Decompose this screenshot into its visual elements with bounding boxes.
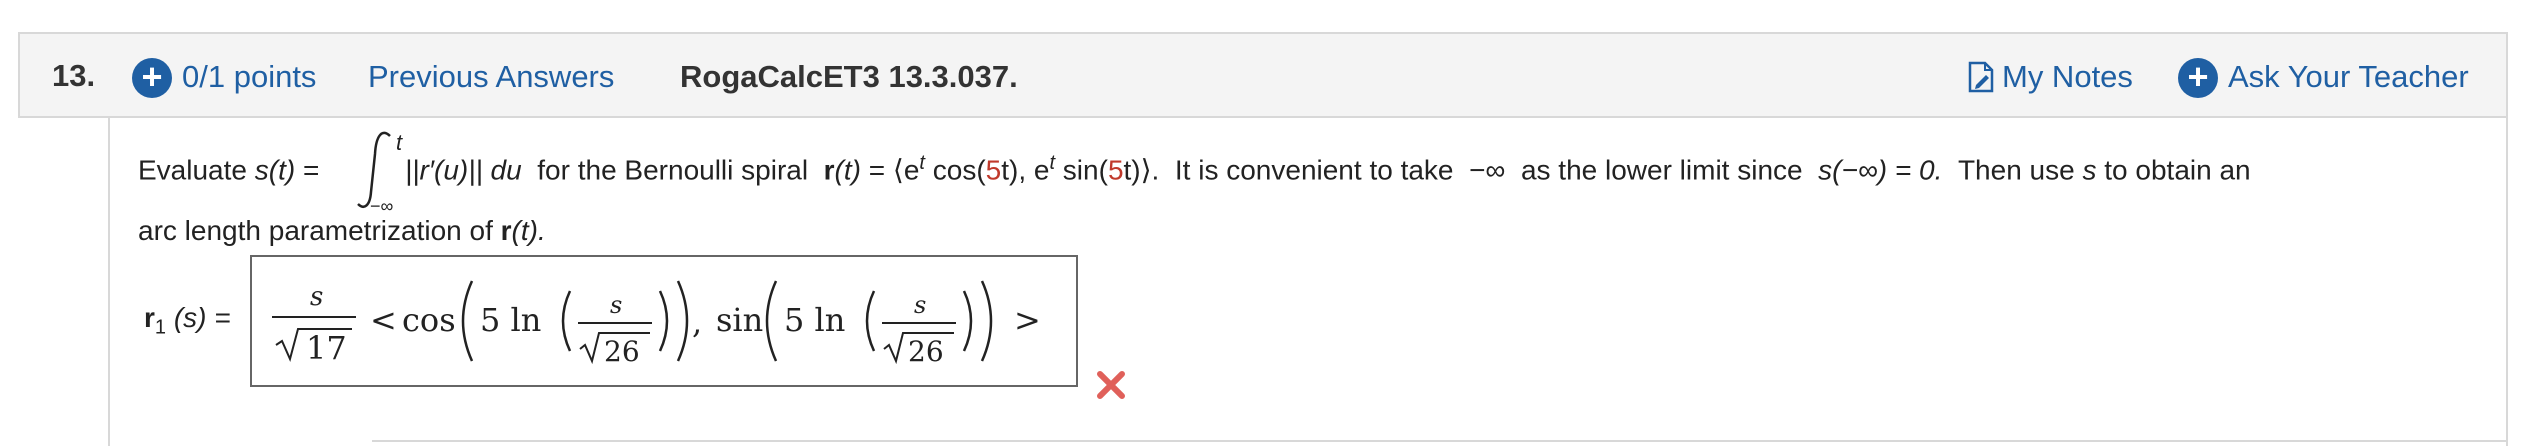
question-text-line1: Evaluate s(t) = ||r′(u)|| du for the Ber…: [138, 152, 2251, 186]
plus-circle-icon[interactable]: +: [132, 58, 172, 98]
svg-text:>: >: [1014, 301, 1041, 339]
svg-text:t: t: [396, 130, 403, 155]
previous-answers-link[interactable]: Previous Answers: [368, 59, 614, 95]
points-link[interactable]: 0/1 points: [182, 59, 316, 95]
svg-text:cos: cos: [402, 301, 456, 339]
svg-text:<: <: [370, 301, 397, 339]
answer-input[interactable]: s 17 < cos 5 ln s 26 , sin 5 ln s 26 >: [250, 255, 1078, 387]
svg-text:26: 26: [908, 335, 944, 368]
assignment-id: RogaCalcET3 13.3.037.: [680, 59, 1018, 94]
incorrect-x-icon: [1097, 371, 1125, 399]
svg-text:s: s: [914, 291, 926, 319]
svg-text:5 ln: 5 ln: [480, 301, 541, 339]
question-number: 13.: [52, 58, 96, 93]
answer-label: r1 (s) =: [144, 302, 231, 339]
svg-text:sin: sin: [716, 301, 763, 339]
my-notes-link[interactable]: My Notes: [2002, 59, 2133, 95]
svg-text:26: 26: [604, 335, 640, 368]
question-header: 13. + 0/1 points Previous Answers RogaCa…: [18, 32, 2508, 118]
divider: [372, 440, 2508, 442]
svg-text:17: 17: [306, 329, 347, 367]
question-text-line2: arc length parametrization of r(t).: [138, 215, 546, 246]
notes-icon[interactable]: [1968, 61, 1994, 93]
svg-text:−∞: −∞: [370, 196, 394, 216]
svg-text:s: s: [610, 291, 622, 319]
answer-math: s 17 < cos 5 ln s 26 , sin 5 ln s 26 >: [272, 280, 1041, 368]
ask-your-teacher-link[interactable]: Ask Your Teacher: [2228, 59, 2469, 95]
integral-sign: t −∞: [357, 130, 403, 216]
plus-circle-icon[interactable]: +: [2178, 58, 2218, 98]
svg-text:5 ln: 5 ln: [784, 301, 845, 339]
svg-text:s: s: [310, 282, 323, 312]
svg-text:,: ,: [692, 303, 702, 341]
